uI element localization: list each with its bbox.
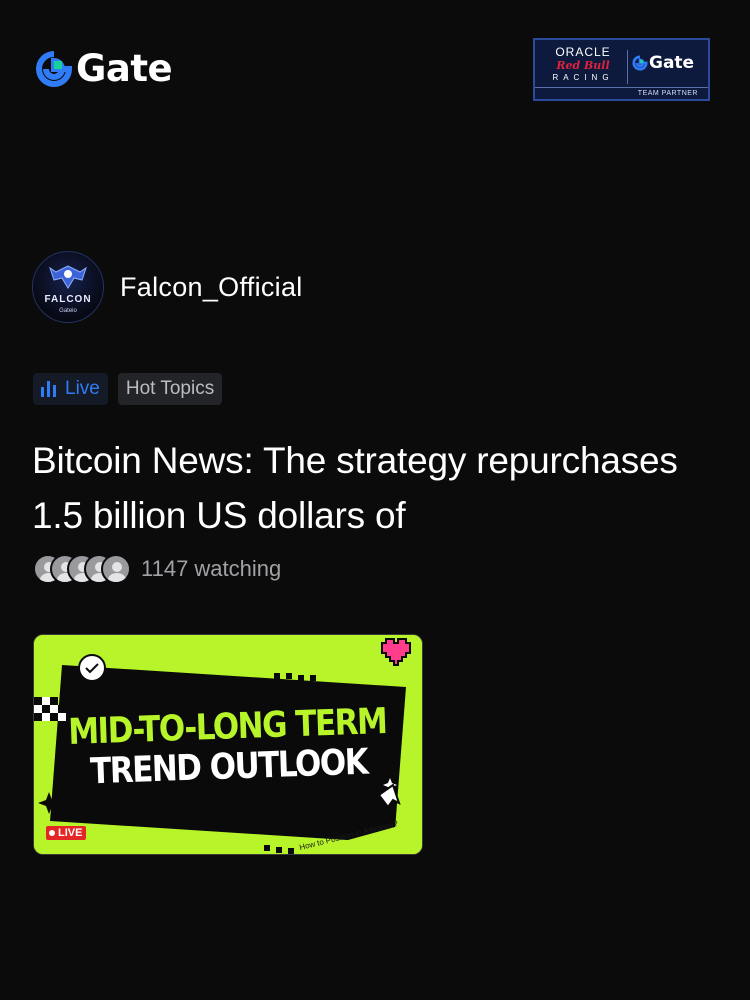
partner-oracle-text: ORACLE xyxy=(555,45,611,59)
gate-logo-icon xyxy=(36,51,72,87)
thumbnail-live-label: LIVE xyxy=(58,827,83,839)
avatar-sub-text: Gateio xyxy=(59,308,77,314)
gate-logo-icon xyxy=(632,55,648,71)
hot-topics-tag[interactable]: Hot Topics xyxy=(117,373,223,405)
gate-logo-text: Gate xyxy=(76,47,173,90)
live-tag-label: Live xyxy=(65,378,100,399)
avatar[interactable]: FALCON Gateio xyxy=(32,251,104,323)
author-row[interactable]: FALCON Gateio Falcon_Official xyxy=(32,251,303,323)
partner-footer-text: TEAM PARTNER xyxy=(535,87,708,99)
live-bars-icon xyxy=(41,381,56,397)
viewer-avatar-icon xyxy=(101,554,131,584)
avatar-name-text: FALCON xyxy=(44,294,92,305)
partner-divider xyxy=(627,50,628,84)
tag-row: Live Hot Topics xyxy=(33,373,223,405)
author-name[interactable]: Falcon_Official xyxy=(120,272,303,303)
watching-text: 1147 watching xyxy=(141,556,282,581)
partner-gate-logo: Gate xyxy=(632,53,694,73)
post-title[interactable]: Bitcoin News: The strategy repurchases 1… xyxy=(32,433,722,543)
thumbnail-heading: MID-TO-LONG TERM TREND OUTLOOK xyxy=(34,700,422,793)
partner-gate-text: Gate xyxy=(649,53,695,73)
viewer-count: 1147 watching xyxy=(33,554,281,584)
page: Gate ORACLE Red Bull RACING Gate TEAM PA… xyxy=(0,0,750,1000)
redbull-racing-logo: ORACLE Red Bull RACING xyxy=(543,46,623,84)
team-partner-badge[interactable]: ORACLE Red Bull RACING Gate TEAM PARTNER xyxy=(533,38,710,101)
gate-logo[interactable]: Gate xyxy=(36,47,173,90)
viewer-avatars xyxy=(33,554,131,584)
partner-redbull-text: Red Bull xyxy=(556,59,610,72)
live-tag[interactable]: Live xyxy=(33,373,108,405)
falcon-icon xyxy=(49,265,87,289)
partner-racing-text: RACING xyxy=(552,73,614,82)
live-dot-icon xyxy=(49,830,55,836)
live-thumbnail[interactable]: MID-TO-LONG TERM TREND OUTLOOK LIVE How … xyxy=(33,634,423,855)
thumbnail-live-badge: LIVE xyxy=(46,826,87,840)
